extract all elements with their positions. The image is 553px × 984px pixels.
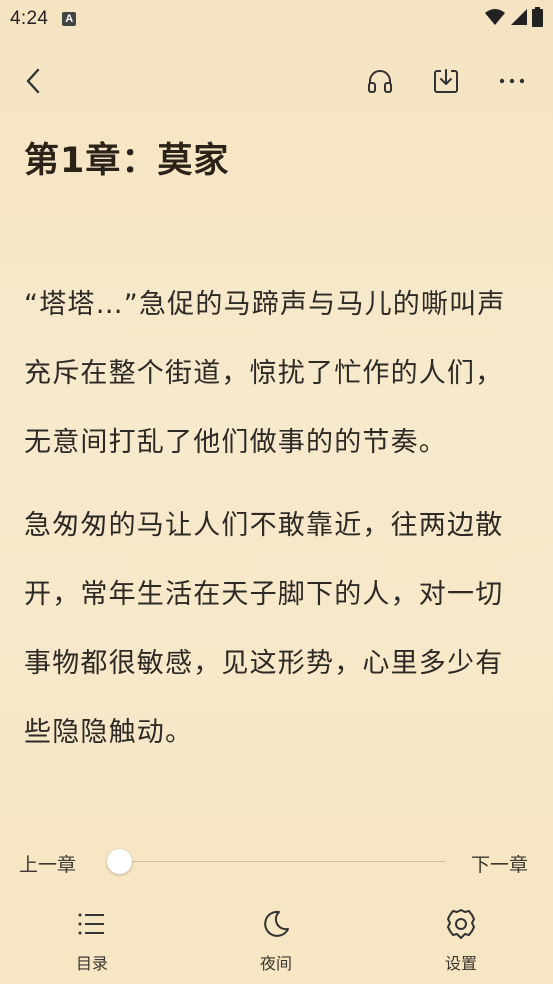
download-button[interactable]: [429, 64, 463, 98]
prev-chapter-button[interactable]: 上一章: [19, 850, 76, 877]
gear-icon: [421, 904, 501, 944]
bottom-tabs: 目录 夜间 设置: [0, 904, 553, 974]
tab-label: 目录: [75, 954, 108, 973]
tab-label: 设置: [444, 954, 477, 973]
list-icon: [52, 904, 132, 944]
tab-night-mode[interactable]: 夜间: [236, 904, 316, 974]
moon-icon: [236, 904, 316, 944]
chevron-left-icon: [26, 68, 40, 94]
status-time: 4:24: [10, 8, 49, 29]
wifi-icon: [484, 8, 506, 31]
status-icons: [484, 7, 543, 32]
next-chapter-button[interactable]: 下一章: [471, 850, 528, 877]
reader-toolbar: [0, 52, 553, 112]
headphones-icon: [368, 70, 392, 93]
tab-label: 夜间: [259, 954, 292, 973]
paragraph: 急匆匆的马让人们不敢靠近，往两边散开，常年生活在天子脚下的人，对一切事物都很敏感…: [24, 510, 504, 748]
tab-table-of-contents[interactable]: 目录: [52, 904, 132, 974]
more-button[interactable]: [495, 64, 529, 98]
status-bar: 4:24 A: [0, 0, 553, 38]
tab-settings[interactable]: 设置: [421, 904, 501, 974]
more-horizontal-icon: [499, 78, 525, 84]
signal-icon: [510, 8, 528, 31]
battery-icon: [532, 7, 543, 32]
back-button[interactable]: [16, 64, 50, 98]
chapter-progress-slider[interactable]: [120, 861, 445, 862]
chapter-navigation: 上一章 下一章: [0, 842, 553, 882]
a-box-icon: A: [62, 12, 77, 26]
download-icon: [434, 69, 458, 93]
progress-slider-thumb[interactable]: [107, 849, 132, 874]
paragraph: “塔塔…”急促的马蹄声与马儿的嘶叫声充斥在整个街道，惊扰了忙作的人们，无意间打乱…: [24, 289, 506, 458]
chapter-title: 第1章：莫家: [24, 141, 230, 181]
reader-screen: 4:24 A 第1章：莫家 “塔塔…”急促的马蹄声与马儿的嘶叫声充斥在整个街道，…: [0, 0, 553, 984]
chapter-content: “塔塔…”急促的马蹄声与马儿的嘶叫声充斥在整个街道，惊扰了忙作的人们，无意间打乱…: [24, 270, 524, 781]
listen-button[interactable]: [363, 64, 397, 98]
reader-bottom-panel: 上一章 下一章 目录 夜间 设置: [0, 822, 553, 984]
